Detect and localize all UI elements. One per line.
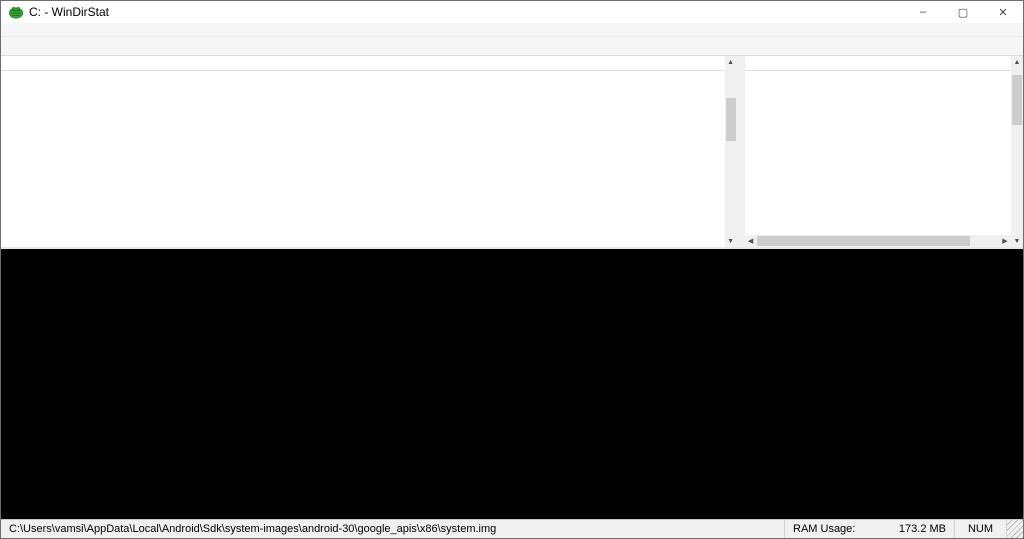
extension-list-horizontal-scrollbar[interactable]: ◀ ▶	[744, 235, 1011, 247]
extension-list-pane: ◀ ▶ ▲ ▼	[744, 56, 1023, 247]
menu-bar	[1, 23, 1023, 37]
toolbar	[1, 37, 1023, 56]
minimize-button[interactable]: –	[903, 1, 943, 23]
status-ram-usage: RAM Usage: 173.2 MB	[785, 520, 955, 538]
app-icon	[8, 4, 24, 20]
scrollbar-thumb[interactable]	[1012, 74, 1022, 125]
extension-list-rows	[745, 71, 1011, 235]
pane-splitter[interactable]	[736, 56, 745, 247]
close-button[interactable]: ✕	[983, 1, 1023, 23]
scroll-right-icon[interactable]: ▶	[999, 235, 1011, 247]
maximize-button[interactable]: ▢	[943, 1, 983, 23]
scroll-down-icon[interactable]: ▼	[725, 235, 737, 247]
extension-list-header	[744, 56, 1011, 71]
scroll-up-icon[interactable]: ▲	[725, 56, 737, 68]
file-list-rows	[1, 71, 725, 247]
extension-list-vertical-scrollbar[interactable]: ▲ ▼	[1011, 56, 1023, 247]
ram-usage-value: 173.2 MB	[898, 523, 946, 535]
status-num-lock: NUM	[955, 520, 1007, 538]
windirstat-window: C: - WinDirStat – ▢ ✕ ▲ ▼ ◀ ▶ ▲ ▼ C:\Use…	[0, 0, 1024, 539]
status-selected-path: C:\Users\vamsi\AppData\Local\Android\Sdk…	[1, 520, 785, 538]
treemap[interactable]	[1, 247, 1023, 519]
resize-grip[interactable]	[1007, 520, 1023, 538]
scrollbar-thumb[interactable]	[756, 236, 970, 246]
file-list-header	[1, 56, 725, 71]
window-title: C: - WinDirStat	[29, 5, 110, 19]
scroll-down-icon[interactable]: ▼	[1011, 235, 1023, 247]
scroll-up-icon[interactable]: ▲	[1011, 56, 1023, 68]
status-bar: C:\Users\vamsi\AppData\Local\Android\Sdk…	[1, 519, 1023, 538]
panes: ▲ ▼ ◀ ▶ ▲ ▼	[1, 56, 1023, 247]
file-list-vertical-scrollbar[interactable]: ▲ ▼	[724, 56, 737, 247]
scrollbar-thumb[interactable]	[725, 98, 736, 142]
directory-tree-pane: ▲ ▼	[1, 56, 737, 247]
scroll-left-icon[interactable]: ◀	[745, 235, 757, 247]
ram-usage-label: RAM Usage:	[793, 523, 856, 535]
title-bar: C: - WinDirStat – ▢ ✕	[1, 1, 1023, 23]
